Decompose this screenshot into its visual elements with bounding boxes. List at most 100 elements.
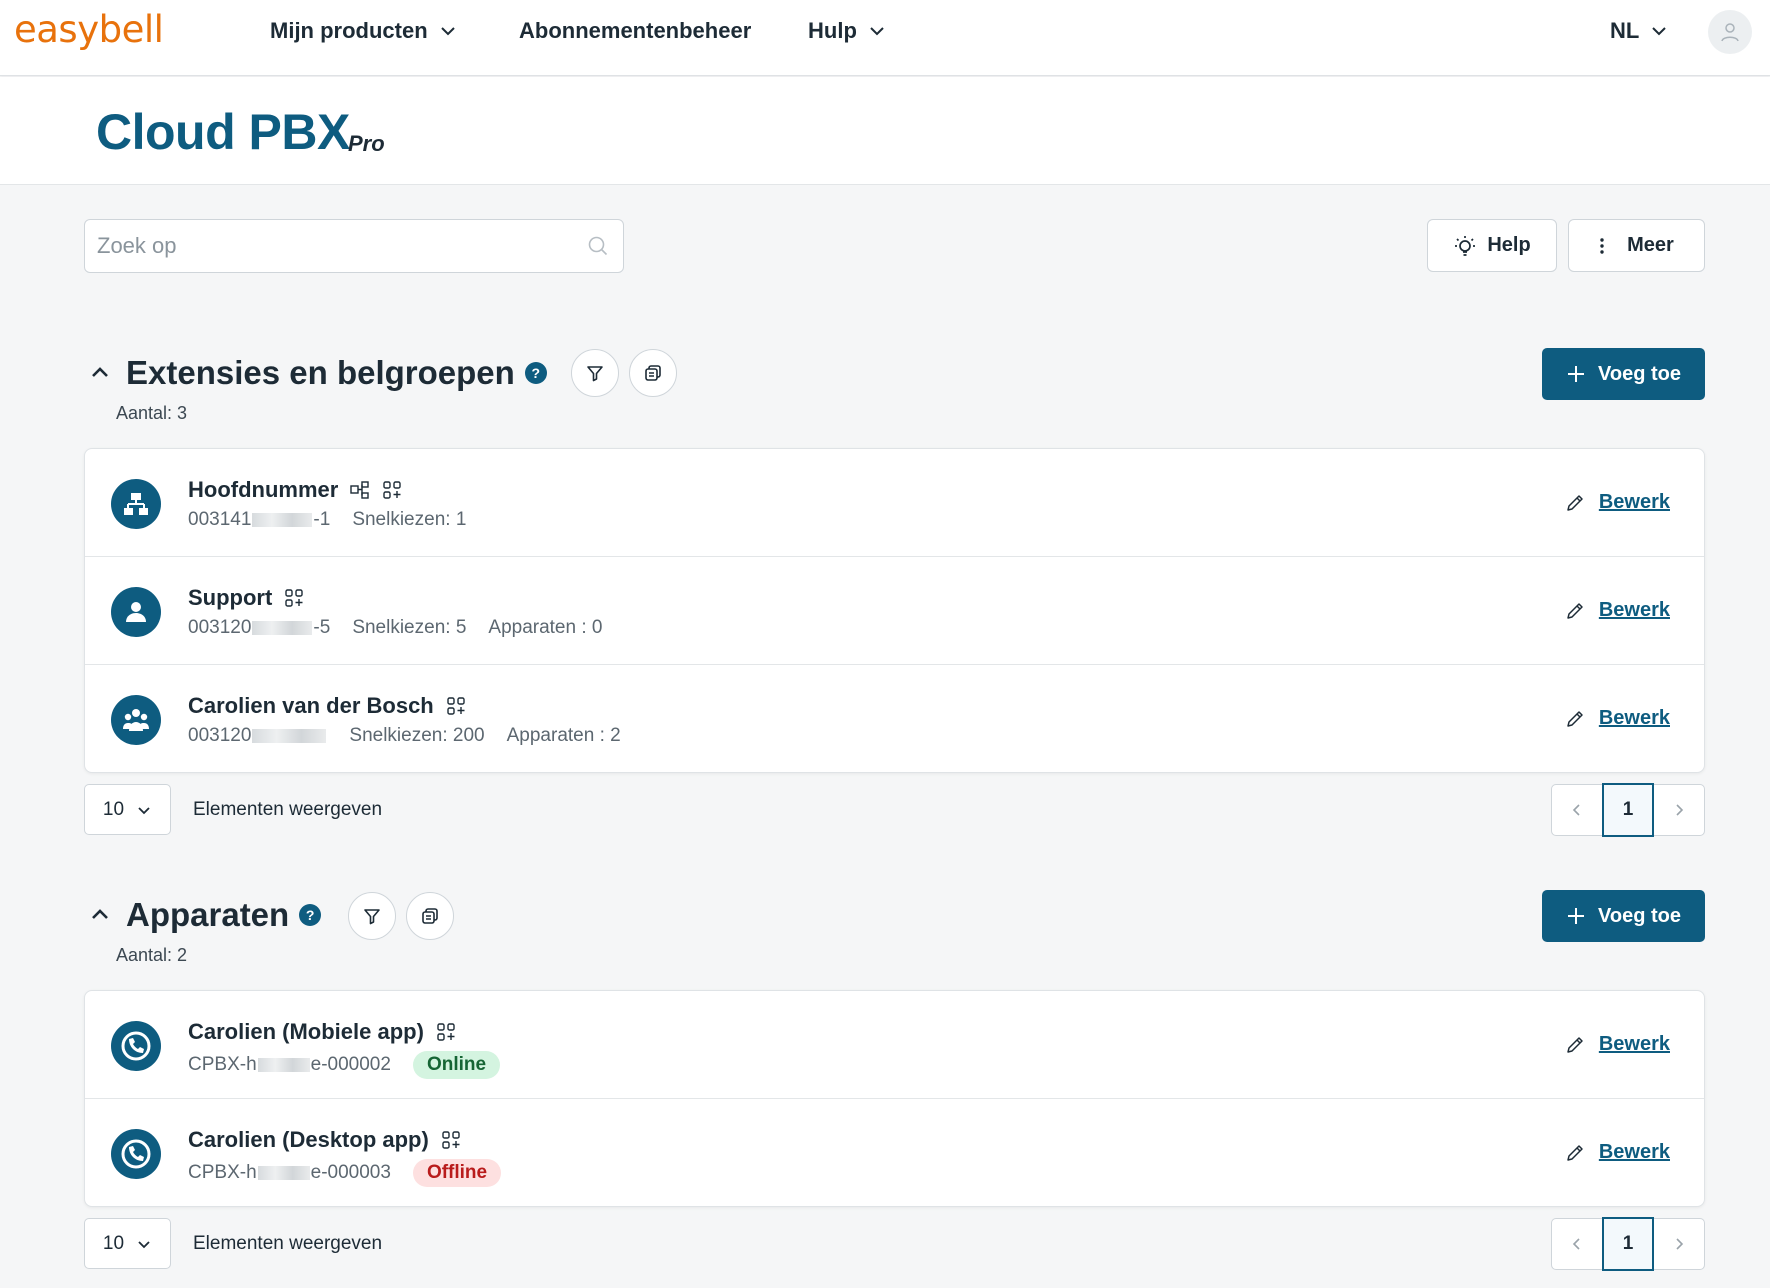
user-icon (111, 587, 161, 637)
phone-number: 003120 (188, 725, 327, 747)
device-id-suffix: e-000002 (310, 1054, 391, 1075)
devices-section-header: Apparaten ? (88, 896, 322, 934)
extensions-count: Aantal: 3 (116, 403, 188, 423)
shortcut-grid-icon[interactable] (446, 696, 466, 716)
extension-meta: 003120 -5 Snelkiezen: 5 Apparaten : 0 (188, 617, 602, 639)
extensions-filter-button[interactable] (571, 349, 619, 397)
chevron-down-icon (870, 27, 884, 36)
pencil-icon (1567, 710, 1583, 727)
help-button[interactable]: Help (1427, 219, 1557, 272)
edit-link-label: Bewerk (1598, 491, 1670, 513)
speed-dial-count: Snelkiezen: 5 (352, 617, 467, 638)
edit-link[interactable]: Bewerk (1565, 1141, 1670, 1164)
page-size-select[interactable]: 10 (84, 784, 171, 835)
device-meta: CPBX-h e-000002 Online (188, 1051, 501, 1079)
chevron-up-icon[interactable] (88, 903, 112, 927)
easybell-logo[interactable]: easybell (14, 8, 164, 51)
extension-name-label: Carolien van der Bosch (188, 693, 434, 718)
search-input[interactable] (85, 220, 565, 272)
devices-copy-button[interactable] (406, 892, 454, 940)
edit-link[interactable]: Bewerk (1565, 491, 1670, 514)
pencil-icon (1567, 602, 1583, 619)
shortcut-grid-icon[interactable] (441, 1130, 461, 1150)
device-name: Carolien (Desktop app) (188, 1127, 461, 1153)
redacted-digits (252, 728, 327, 743)
extensions-section-header: Extensies en belgroepen ? (88, 354, 547, 392)
shortcut-grid-icon[interactable] (436, 1022, 456, 1042)
status-badge: Online (412, 1051, 501, 1079)
list-item[interactable]: Support 003120 -5 Snelkiezen: 5 Apparaten… (85, 557, 1704, 665)
extension-name-label: Support (188, 585, 273, 610)
page-number-button[interactable]: 1 (1601, 1217, 1655, 1271)
edit-link-label: Bewerk (1598, 707, 1670, 729)
page-size-label: Elementen weergeven (193, 799, 383, 820)
phone-number: 003141 -1 (188, 509, 330, 531)
phone-number-prefix: 003141 (188, 509, 252, 530)
nav-mijn-producten[interactable]: Mijn producten (270, 18, 458, 44)
redacted-digits (252, 512, 313, 527)
phone-number-suffix: -5 (313, 617, 331, 638)
extension-name: Carolien van der Bosch (188, 693, 466, 719)
help-question-icon[interactable]: ? (299, 904, 322, 926)
edit-link[interactable]: Bewerk (1565, 707, 1670, 730)
hierarchy-icon (111, 479, 161, 529)
language-label: NL (1610, 18, 1640, 43)
search-icon[interactable] (587, 235, 609, 257)
extensions-list: Hoofdnummer 003141 -1 Snelkiezen: 1 Bewer… (84, 448, 1705, 773)
add-device-label: Voeg toe (1598, 904, 1681, 927)
next-page-button[interactable] (1654, 785, 1704, 835)
edit-link[interactable]: Bewerk (1565, 599, 1670, 622)
more-vertical-icon (1600, 237, 1604, 254)
pencil-icon (1567, 1144, 1583, 1161)
chevron-left-icon (1572, 1238, 1580, 1250)
next-page-button[interactable] (1654, 1219, 1704, 1269)
device-id-prefix: CPBX-h (188, 1162, 257, 1183)
device-count: Apparaten : 2 (506, 725, 621, 746)
page-title-suffix: Pro (348, 131, 385, 156)
add-extension-label: Voeg toe (1598, 362, 1681, 385)
nav-mijn-producten-label: Mijn producten (270, 18, 428, 43)
chevron-down-icon (1652, 27, 1667, 36)
hierarchy-small-icon[interactable] (350, 480, 370, 500)
add-device-button[interactable]: Voeg toe (1542, 890, 1705, 942)
speed-dial-count: Snelkiezen: 200 (349, 725, 485, 746)
page-number-button[interactable]: 1 (1601, 783, 1655, 837)
help-question-icon[interactable]: ? (524, 362, 547, 384)
chevron-right-icon (1676, 1238, 1684, 1250)
edit-link[interactable]: Bewerk (1565, 1033, 1670, 1056)
list-item[interactable]: Hoofdnummer 003141 -1 Snelkiezen: 1 Bewer… (85, 449, 1704, 557)
previous-page-button[interactable] (1552, 785, 1602, 835)
pencil-icon (1567, 1036, 1583, 1053)
previous-page-button[interactable] (1552, 1219, 1602, 1269)
list-item[interactable]: Carolien van der Bosch 003120 Snelkiezen… (85, 665, 1704, 773)
list-item[interactable]: Carolien (Mobiele app) CPBX-h e-000002 On… (85, 991, 1704, 1099)
devices-filter-button[interactable] (348, 892, 396, 940)
nav-hulp[interactable]: Hulp (808, 18, 887, 44)
extension-meta: 003120 Snelkiezen: 200 Apparaten : 2 (188, 725, 621, 747)
extension-name-label: Hoofdnummer (188, 477, 339, 502)
nav-hulp-label: Hulp (808, 18, 857, 43)
redacted-text (257, 1057, 310, 1072)
user-avatar[interactable] (1708, 10, 1752, 54)
top-navigation: easybell Mijn producten Abonnementenbehe… (0, 0, 1770, 76)
page-size-select[interactable]: 10 (84, 1218, 171, 1269)
phone-number-suffix: -1 (313, 509, 331, 530)
user-outline-icon (1721, 23, 1739, 42)
list-item[interactable]: Carolien (Desktop app) CPBX-h e-000003 Of… (85, 1099, 1704, 1207)
chevron-up-icon[interactable] (88, 361, 112, 385)
shortcut-grid-icon[interactable] (382, 480, 402, 500)
add-extension-button[interactable]: Voeg toe (1542, 348, 1705, 400)
language-selector[interactable]: NL (1610, 18, 1669, 44)
chevron-left-icon (1572, 804, 1580, 816)
page-size-value: 10 (102, 798, 125, 820)
device-id: CPBX-h e-000002 (188, 1054, 391, 1076)
search-box (84, 219, 624, 273)
device-id: CPBX-h e-000003 (188, 1162, 391, 1184)
more-button[interactable]: Meer (1568, 219, 1705, 272)
device-id-suffix: e-000003 (310, 1162, 391, 1183)
group-icon (111, 695, 161, 745)
extensions-copy-button[interactable] (629, 349, 677, 397)
shortcut-grid-icon[interactable] (284, 588, 304, 608)
nav-abonnementenbeheer[interactable]: Abonnementenbeheer (519, 18, 751, 44)
page-number-label: 1 (1622, 799, 1634, 820)
